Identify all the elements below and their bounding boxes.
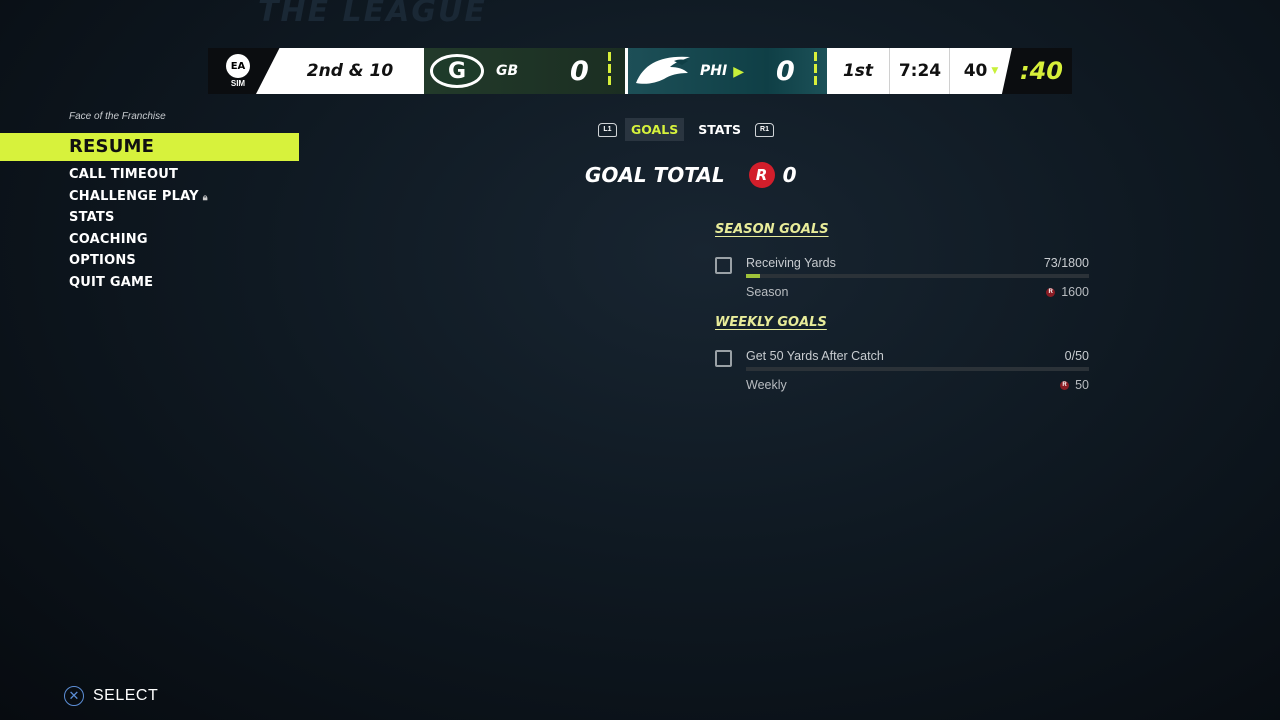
- cross-button-icon: ✕: [64, 686, 84, 706]
- goal-type: Season: [746, 285, 789, 299]
- ea-sports-badge: EA SIM: [220, 48, 256, 94]
- reward-small-icon: R: [1060, 380, 1070, 390]
- goal-reward-value: 50: [1075, 378, 1089, 392]
- home-team-score: 0: [570, 55, 589, 87]
- away-team-abbr: PHI: [700, 63, 728, 79]
- ea-logo-icon: EA: [226, 54, 250, 78]
- goal-progress-fill: [746, 274, 760, 278]
- packers-logo-letter: G: [447, 58, 467, 84]
- game-clock: 7:24: [889, 48, 950, 94]
- sim-label: SIM: [230, 79, 246, 88]
- goal-progress-bar: [746, 367, 1089, 371]
- goal-type: Weekly: [746, 378, 787, 392]
- ball-position: 40 ▼: [949, 48, 1012, 94]
- pause-menu: RESUME CALL TIMEOUT CHALLENGE PLAY 🔒︎ STA…: [0, 133, 299, 294]
- menu-item-quit-game[interactable]: QUIT GAME: [0, 272, 299, 294]
- game-mode-label: Face of the Franchise: [69, 111, 166, 122]
- ball-on-yard-line: 40: [963, 61, 988, 81]
- home-timeouts-indicator: [608, 52, 611, 85]
- select-label: SELECT: [93, 687, 159, 704]
- reward-small-icon: R: [1046, 287, 1056, 297]
- quarter: 1st: [827, 48, 889, 94]
- menu-item-coaching[interactable]: COACHING: [0, 229, 299, 251]
- r1-button-icon[interactable]: R1: [755, 122, 774, 137]
- eagles-logo-icon: [634, 53, 694, 89]
- field-direction-icon: ▼: [991, 66, 999, 76]
- packers-logo-icon: G: [430, 54, 484, 88]
- goal-reward-value: 1600: [1061, 285, 1089, 299]
- scoreboard: EA SIM 2nd & 10 G GB 0 PHI ▶ 0 1st 7:24 …: [208, 48, 1072, 94]
- goal-progress-text: 73/1800: [1043, 256, 1089, 270]
- tab-stats[interactable]: STATS: [692, 118, 747, 141]
- down-and-distance: 2nd & 10: [256, 48, 424, 94]
- goal-progress-text: 0/50: [1064, 349, 1089, 363]
- goal-name: Get 50 Yards After Catch: [746, 349, 884, 363]
- goal-progress-bar: [746, 274, 1089, 278]
- season-goals-title: SEASON GOALS: [715, 222, 829, 237]
- l1-button-icon[interactable]: L1: [598, 122, 617, 137]
- away-team-panel: PHI ▶ 0: [625, 48, 827, 94]
- home-team-panel: G GB 0: [424, 48, 625, 94]
- goal-total-label: GOAL TOTAL: [585, 163, 725, 187]
- league-watermark: THE LEAGUE: [258, 0, 487, 29]
- panel-tabs: L1 GOALS STATS R1: [598, 118, 774, 141]
- goal-reward: R 1600: [1046, 285, 1089, 299]
- menu-item-call-timeout[interactable]: CALL TIMEOUT: [0, 164, 299, 186]
- goal-name: Receiving Yards: [746, 256, 836, 270]
- home-team-abbr: GB: [496, 63, 519, 79]
- goal-checkbox[interactable]: [715, 350, 732, 367]
- select-prompt[interactable]: ✕ SELECT: [64, 686, 158, 706]
- play-clock: :40: [1020, 57, 1063, 85]
- goal-total: GOAL TOTAL R 0: [585, 162, 796, 188]
- goal-checkbox[interactable]: [715, 257, 732, 274]
- menu-item-challenge-play[interactable]: CHALLENGE PLAY 🔒︎: [0, 186, 299, 208]
- goal-total-value: 0: [782, 163, 797, 187]
- menu-item-resume[interactable]: RESUME: [0, 133, 299, 161]
- menu-item-challenge-play-label: CHALLENGE PLAY: [69, 188, 199, 204]
- menu-item-options[interactable]: OPTIONS: [0, 250, 299, 272]
- possession-arrow-icon: ▶: [733, 62, 744, 79]
- reward-points-icon: R: [748, 162, 775, 188]
- away-team-score: 0: [776, 55, 795, 87]
- menu-item-stats[interactable]: STATS: [0, 207, 299, 229]
- away-timeouts-indicator: [814, 52, 817, 85]
- weekly-goals-title: WEEKLY GOALS: [715, 315, 827, 330]
- tab-goals[interactable]: GOALS: [625, 118, 685, 141]
- goal-reward: R 50: [1060, 378, 1089, 392]
- lock-icon: 🔒︎: [202, 192, 208, 203]
